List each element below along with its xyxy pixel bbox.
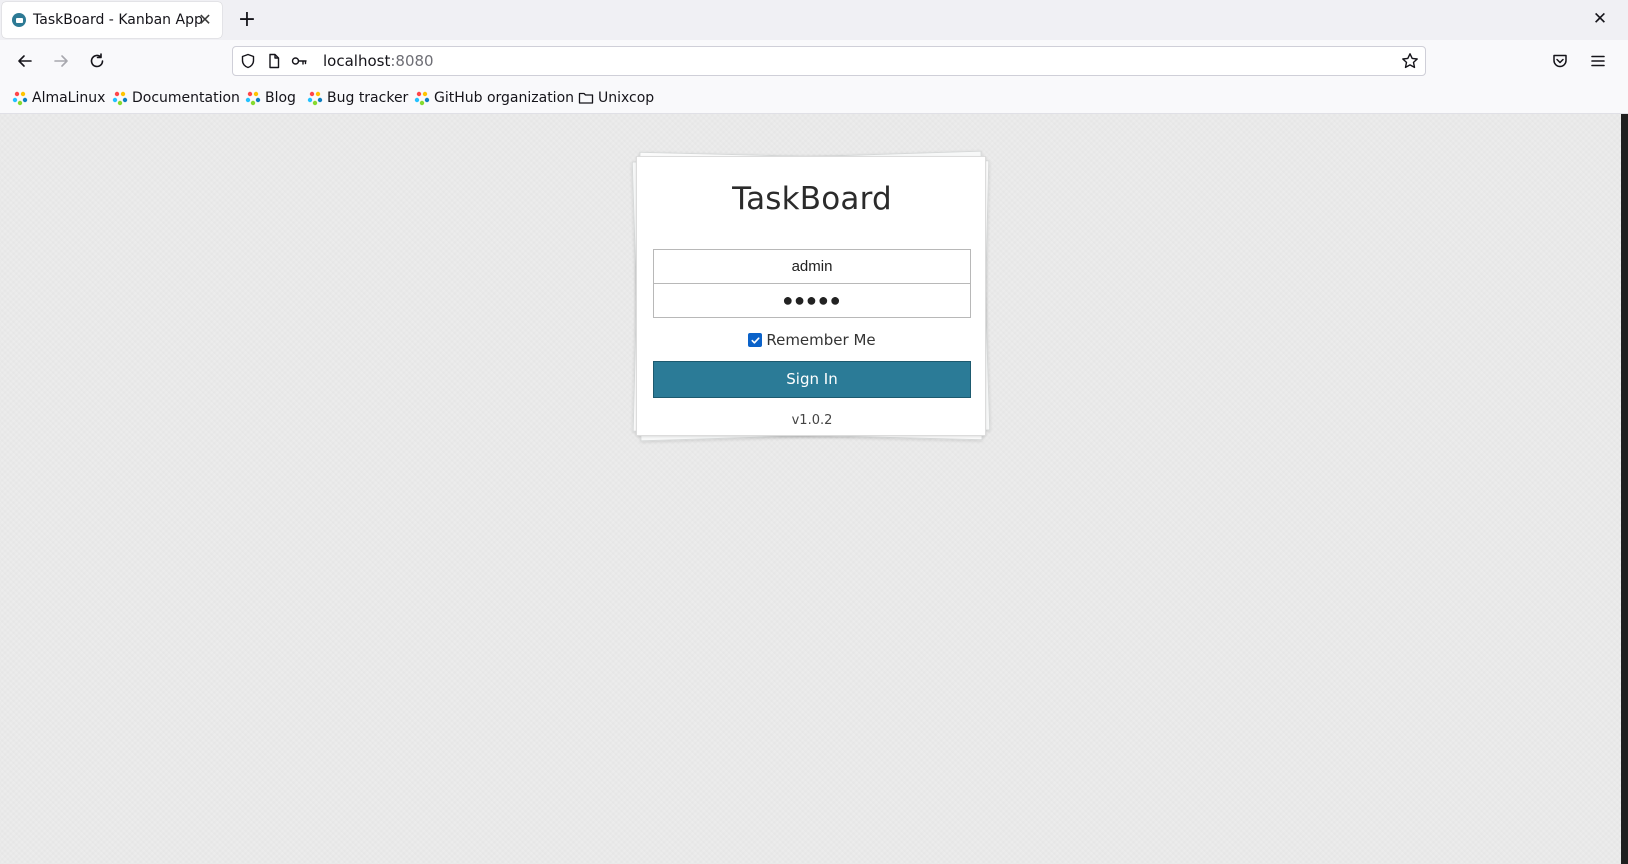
version-label: v1.0.2 [791,413,833,428]
app-title: TaskBoard [732,181,892,217]
username-input[interactable] [653,249,971,284]
bookmark-label: GitHub organization [434,90,575,106]
bookmark-bug-tracker[interactable]: Bug tracker [307,88,408,108]
bookmarks-toolbar: AlmaLinux Documentation Blog Bug tracker [0,82,1628,114]
bookmark-blog[interactable]: Blog [245,88,296,108]
almalinux-icon [414,91,430,106]
sign-in-button[interactable]: Sign In [653,361,971,398]
remember-me-label: Remember Me [766,331,876,349]
window-edge [1621,114,1628,864]
url-port: :8080 [390,52,434,70]
almalinux-icon [12,91,28,106]
menu-icon[interactable] [1586,49,1610,73]
bookmark-folder-unixcop[interactable]: Unixcop [578,88,654,108]
shield-icon[interactable] [240,53,256,69]
bookmark-almalinux[interactable]: AlmaLinux [12,88,105,108]
address-bar[interactable]: localhost:8080 [232,46,1426,76]
bookmark-github-organization[interactable]: GitHub organization [414,88,574,108]
page-content: TaskBoard Remember Me Sign In v1.0.2 [0,114,1628,864]
tab-close-icon[interactable]: ✕ [197,12,213,28]
almalinux-icon [112,91,128,106]
new-tab-icon[interactable]: + [236,9,258,31]
bookmark-documentation[interactable]: Documentation [112,88,240,108]
login-card: TaskBoard Remember Me Sign In v1.0.2 [636,156,986,436]
bookmark-label: Unixcop [598,90,655,106]
almalinux-icon [307,91,323,106]
bookmark-star-icon[interactable] [1401,52,1419,70]
password-input[interactable] [653,283,971,318]
bookmark-label: AlmaLinux [32,90,106,106]
tab-title: TaskBoard - Kanban App [33,12,203,28]
url-host: localhost [323,52,391,70]
bookmark-label: Blog [265,90,296,106]
window-close-icon[interactable]: ✕ [1590,9,1610,29]
login-card-stack: TaskBoard Remember Me Sign In v1.0.2 [631,150,991,442]
taskboard-favicon-icon [12,13,26,27]
back-icon[interactable] [13,49,37,73]
tab-strip: TaskBoard - Kanban App ✕ + ✕ [0,0,1628,40]
reload-icon[interactable] [85,49,109,73]
page-icon[interactable] [266,53,282,69]
remember-me-checkbox[interactable] [748,333,763,347]
folder-icon [578,92,594,104]
remember-me[interactable]: Remember Me [637,331,987,349]
bookmark-label: Documentation [132,90,240,106]
navigation-toolbar: localhost:8080 [0,40,1628,82]
key-icon[interactable] [291,53,307,69]
almalinux-icon [245,91,261,106]
pocket-icon[interactable] [1548,49,1572,73]
bookmark-label: Bug tracker [327,90,409,106]
checkmark-icon [751,336,760,344]
url-text[interactable]: localhost:8080 [323,53,434,70]
forward-icon[interactable] [49,49,73,73]
browser-tab[interactable]: TaskBoard - Kanban App ✕ [2,2,222,38]
